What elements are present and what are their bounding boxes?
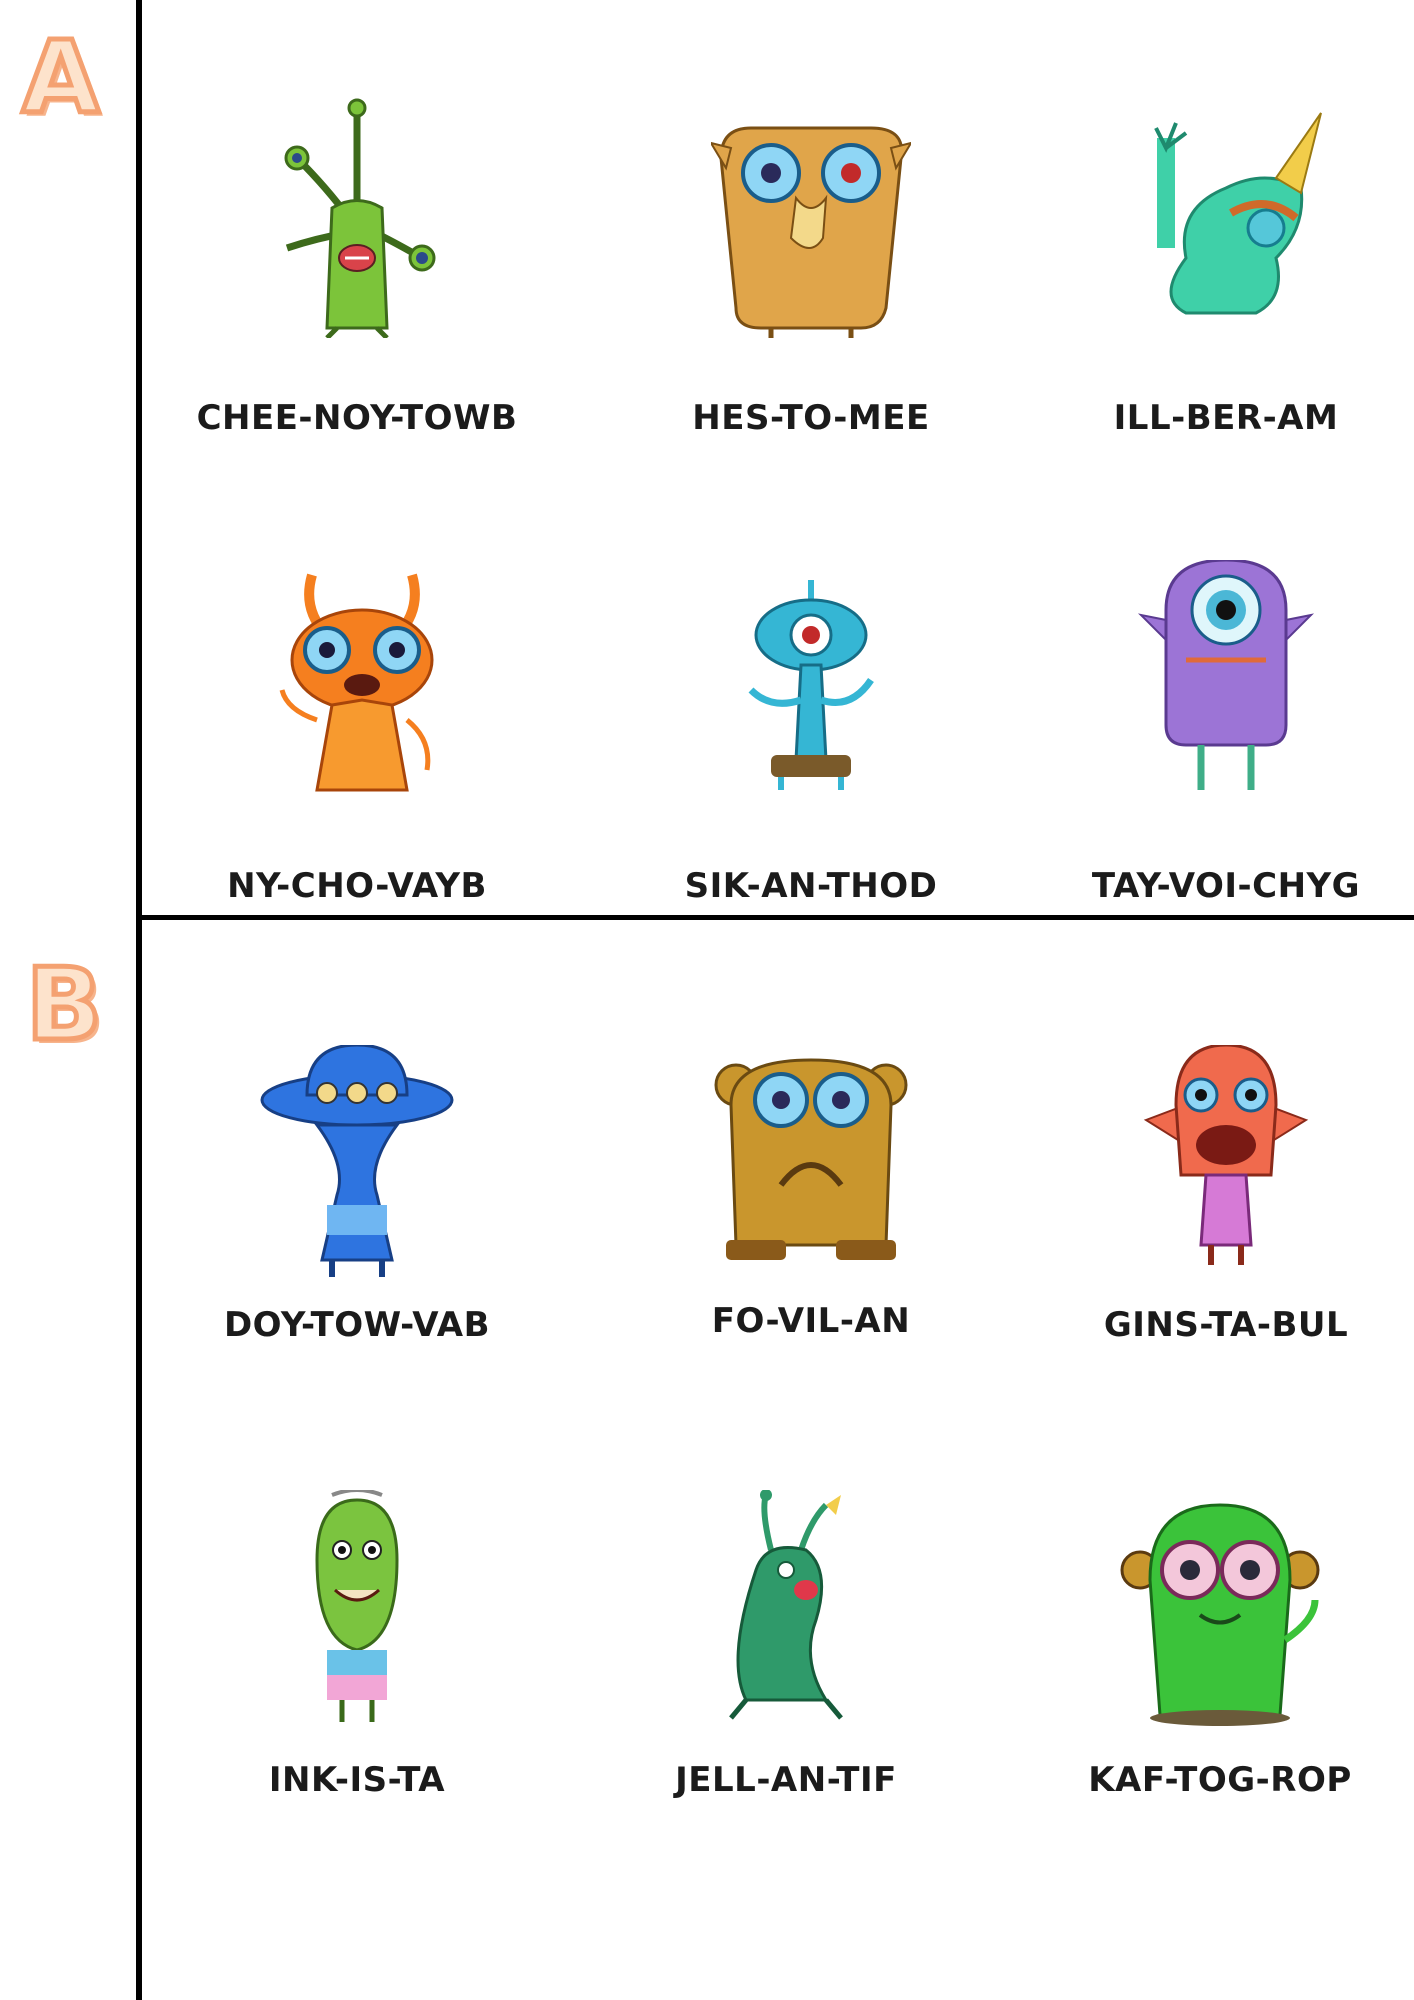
vertical-divider [136,0,142,2000]
green-multi-eyed-alien-icon [284,98,436,338]
creature-name: INK-IS-TA [268,1760,446,1800]
purple-cyclops-alien-icon [1137,560,1315,790]
creature-card: DOY-TOW-VAB [207,1045,507,1425]
creature-card: KAF-TOG-ROP [1070,1490,1370,1870]
creature-name: FO-VIL-AN [711,1301,911,1341]
creature-name: SIK-AN-THOD [684,866,938,906]
section-letter-b: B [23,946,104,1063]
creature-card: SIK-AN-THOD [661,560,961,940]
creature-card: FO-VIL-AN [661,1045,961,1425]
tan-square-alien-icon [711,126,911,338]
creature-card: ILL-BER-AM [1076,98,1376,478]
creature-card: GINS-TA-BUL [1076,1045,1376,1425]
creature-name: KAF-TOG-ROP [1088,1760,1352,1800]
green-big-eyed-alien-icon [1120,1503,1320,1726]
green-bean-alien-icon [315,1490,399,1722]
blue-cyclops-alien-icon [748,580,874,790]
creature-name: ILL-BER-AM [1113,398,1339,438]
orange-antenna-alien-icon [279,573,434,792]
creature-card: NY-CHO-VAYB [207,560,507,940]
creature-name: NY-CHO-VAYB [227,866,487,906]
creature-name: HES-TO-MEE [692,398,930,438]
creature-name: TAY-VOI-CHYG [1091,866,1361,906]
creature-card: INK-IS-TA [207,1490,507,1870]
creature-name: DOY-TOW-VAB [223,1305,491,1345]
creature-card: TAY-VOI-CHYG [1076,560,1376,940]
creature-name: JELL-AN-TIF [675,1760,897,1800]
creature-name: CHEE-NOY-TOWB [196,398,518,438]
creature-card: HES-TO-MEE [661,98,961,478]
golden-frowning-alien-icon [714,1058,908,1260]
creature-name: GINS-TA-BUL [1103,1305,1349,1345]
teal-crouching-alien-icon [1154,112,1322,315]
section-letter-a: A [19,19,101,136]
red-pink-alien-icon [1143,1045,1309,1265]
creature-card: CHEE-NOY-TOWB [197,98,517,478]
creature-card: JELL-AN-TIF [636,1490,936,1870]
green-slug-alien-icon [729,1490,843,1720]
blue-hat-alien-icon [260,1045,454,1277]
